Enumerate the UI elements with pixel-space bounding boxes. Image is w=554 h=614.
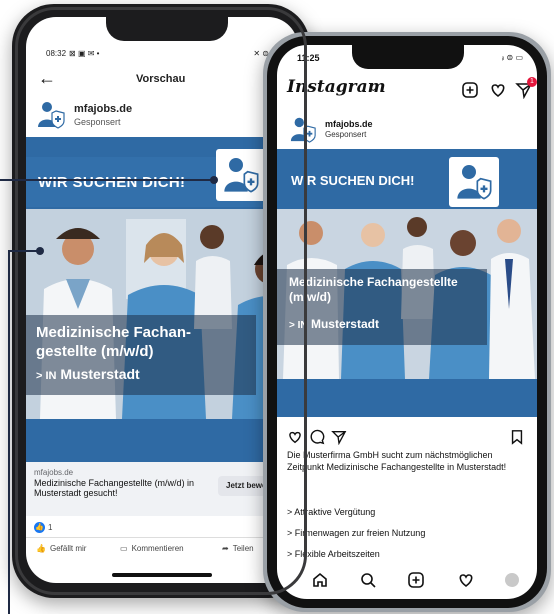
search-icon[interactable] [359,571,377,589]
share-button[interactable]: ➦ Teilen [222,544,254,553]
job-location: > IN Musterstadt [36,366,140,382]
back-arrow-icon[interactable]: ← [38,68,56,89]
callout-line-logo [0,179,214,181]
callout-line-vertical [8,250,10,614]
location-prefix: > IN [289,320,308,331]
logo-box [216,149,266,201]
location-name: Musterstadt [310,317,379,331]
reaction-count[interactable]: 👍 1 [34,522,52,533]
facebook-screen: 08:32 ⊠ ▣ ✉ • ✕ ⊜ ᵢₗ 97% ← Vorschau mfaj… [26,17,298,583]
heart-icon[interactable] [489,81,507,99]
like-label: Gefällt mir [49,544,87,553]
like-button[interactable]: 👍 Gefällt mir [36,544,86,553]
bookmark-icon[interactable] [509,429,525,445]
instagram-screen: 11:25 ᵢₗ ⊜ ▭ Instagram ⌄ 1 mfajobs.de Ge… [277,45,537,599]
share-icon: ➦ [222,544,229,553]
location-prefix: > IN [36,370,57,382]
doctor-logo-icon [457,165,492,200]
like-count: 1 [48,523,53,532]
thumbs-up-icon: 👍 [36,544,46,553]
action-bar: 👍 Gefällt mir ▭ Kommentieren ➦ Teilen [26,537,298,563]
sponsored-label: Gesponsert [325,130,367,139]
comment-icon[interactable] [309,429,325,445]
comment-button[interactable]: ▭ Kommentieren [120,544,184,553]
ad-creative[interactable]: WIR SUCHEN DICH! [277,149,537,417]
post-caption: Die Musterfirma GmbH sucht zum nächstmög… [287,450,507,473]
page-name[interactable]: mfajobs.de [74,103,132,115]
comment-label: Kommentieren [131,544,184,553]
doctor-logo-icon [224,158,259,193]
link-preview[interactable]: mfajobs.de Medizinische Fachangestellte … [26,462,298,516]
status-icons: ⊠ ▣ ✉ • [69,49,100,58]
instagram-phone-mockup: 11:25 ᵢₗ ⊜ ▭ Instagram ⌄ 1 mfajobs.de Ge… [263,32,551,612]
notification-badge: 1 [527,77,537,87]
share-plane-icon[interactable] [331,429,347,445]
home-indicator [112,573,212,577]
page-name[interactable]: mfajobs.de [325,119,373,129]
link-domain: mfajobs.de [34,468,74,477]
job-title: Medizinische Fachangestellte (m/w/d) [289,275,458,304]
post-actions [287,429,527,445]
chevron-down-icon[interactable]: ⌄ [369,83,377,94]
share-label: Teilen [232,544,254,553]
callout-dot-logo [210,176,218,184]
status-time: 11:25 [297,53,320,63]
sponsored-label: Gesponsert [74,117,121,127]
home-icon[interactable] [311,571,329,589]
phone-notch [106,17,228,41]
create-post-icon[interactable] [407,571,425,589]
location-name: Musterstadt [60,366,140,382]
preview-header: ← Vorschau [26,67,298,93]
benefit-item: > Flexible Arbeitszeiten [287,549,380,559]
job-location: > IN Musterstadt [289,317,379,331]
ad-creative[interactable]: WIR SUCHEN DICH! [26,137,298,462]
phone-notch [352,45,464,69]
bottom-nav [277,567,537,599]
benefit-item: > Firmenwagen zur freien Nutzung [287,528,426,538]
link-title: Medizinische Fachangestellte (m/w/d) in … [34,478,195,498]
logo-box [449,157,499,207]
benefit-item: > Attraktive Vergütung [287,507,376,517]
status-right: ᵢₗ ⊜ ▭ [501,53,523,62]
job-title: Medizinische Fachan-gestellte (m/w/d) [36,324,192,360]
direct-message-button[interactable]: 1 [515,77,537,100]
banner-headline: WIR SUCHEN DICH! [38,174,186,191]
like-heart-icon[interactable] [287,429,303,445]
banner-headline: WIR SUCHEN DICH! [291,173,415,188]
profile-avatar[interactable] [505,573,519,587]
page-title: Vorschau [136,73,186,85]
comment-icon: ▭ [120,544,128,553]
callout-dot-photo [36,247,44,255]
create-post-icon[interactable] [461,81,479,99]
heart-icon[interactable] [457,571,475,589]
doctor-logo-icon[interactable] [289,115,317,143]
doctor-logo-icon[interactable] [36,99,66,129]
status-bar: 08:32 ⊠ ▣ ✉ • [46,49,99,58]
instagram-header: Instagram ⌄ 1 [277,75,537,105]
like-reaction-icon: 👍 [34,522,45,533]
status-time: 08:32 [46,49,67,58]
